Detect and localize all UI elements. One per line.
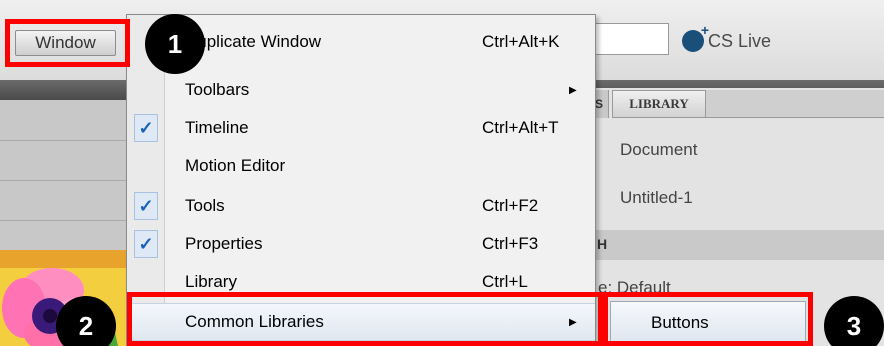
tab-strip	[706, 90, 884, 118]
menu-item-properties[interactable]: ✓ Properties Ctrl+F3	[127, 225, 595, 263]
search-input[interactable]	[590, 23, 669, 55]
cs-live-label: CS Live	[708, 30, 772, 51]
callout-box-window	[5, 19, 130, 67]
menu-item-label: Properties	[185, 234, 263, 253]
menu-item-label: Library	[185, 272, 237, 291]
menu-item-label: Timeline	[185, 118, 249, 137]
callout-box-common-libraries	[127, 292, 603, 346]
menu-item-shortcut: Ctrl+L	[482, 272, 528, 291]
checkmark-icon: ✓	[134, 230, 158, 258]
checkmark-icon: ✓	[134, 192, 158, 220]
menu-item-toolbars[interactable]: Toolbars ▶	[127, 71, 595, 109]
divider	[0, 180, 126, 181]
tab-library[interactable]: LIBRARY	[612, 90, 706, 118]
divider	[0, 140, 126, 141]
cs-live-icon	[682, 22, 709, 52]
menu-item-shortcut: Ctrl+F2	[482, 196, 539, 215]
menu-item-shortcut: Ctrl+F3	[482, 234, 539, 253]
section-header	[590, 230, 884, 260]
callout-box-buttons	[603, 292, 813, 346]
document-name: Untitled-1	[620, 188, 693, 207]
checkmark-icon: ✓	[134, 114, 158, 142]
cs-live-button[interactable]: CS Live	[682, 22, 772, 54]
menu-item-label: Motion Editor	[185, 156, 286, 175]
menu-item-label: Toolbars	[185, 80, 250, 99]
menu-item-shortcut: Ctrl+Alt+K	[482, 32, 560, 51]
divider	[0, 220, 126, 221]
section-header-label: H	[597, 236, 608, 252]
submenu-arrow-icon: ▶	[569, 84, 577, 96]
menu-item-motion-editor[interactable]: Motion Editor	[127, 147, 595, 185]
step-badge-1: 1	[145, 14, 205, 74]
menu-item-timeline[interactable]: ✓ Timeline Ctrl+Alt+T	[127, 109, 595, 147]
menu-item-tools[interactable]: ✓ Tools Ctrl+F2	[127, 187, 595, 225]
menu-item-label: Duplicate Window	[185, 32, 322, 51]
menu-item-shortcut: Ctrl+Alt+T	[482, 118, 559, 137]
menu-item-label: Tools	[185, 196, 225, 215]
document-label: Document	[620, 140, 698, 159]
app-window: Window CS Live S LIBRARY Document Untitl…	[0, 0, 884, 346]
